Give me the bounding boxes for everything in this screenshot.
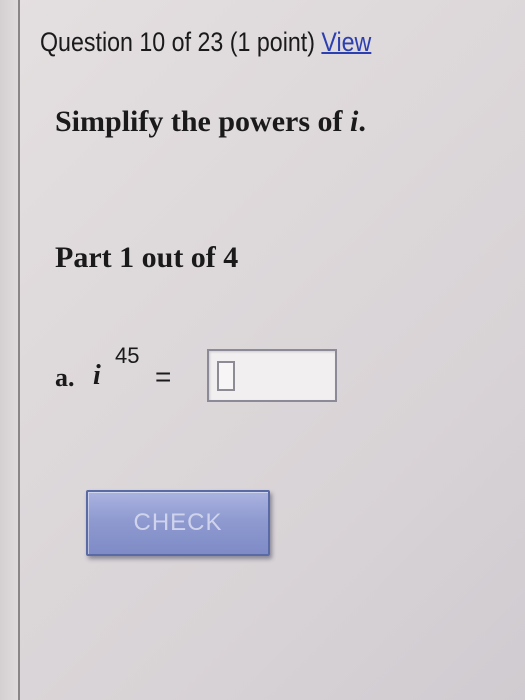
power-exponent: 45	[115, 343, 140, 368]
equals-sign: =	[155, 361, 172, 392]
instruction-period: .	[358, 105, 366, 138]
answer-field[interactable]	[207, 349, 337, 402]
question-header: Question 10 of 23 (1 point) View	[40, 18, 371, 66]
page-left-border	[0, 0, 20, 700]
input-placeholder-box	[217, 361, 235, 391]
question-instruction: Simplify the powers of i.	[55, 100, 366, 144]
question-counter: Question 10 of 23 (1 point)	[40, 27, 315, 57]
problem-label: a.	[55, 363, 75, 392]
check-button[interactable]: CHECK	[86, 490, 270, 556]
power-base: i	[93, 360, 101, 391]
answer-input[interactable]	[241, 359, 331, 393]
instruction-text: Simplify the powers of	[55, 105, 343, 138]
view-link[interactable]: View	[321, 27, 371, 57]
part-label: Part 1 out of 4	[55, 241, 239, 274]
